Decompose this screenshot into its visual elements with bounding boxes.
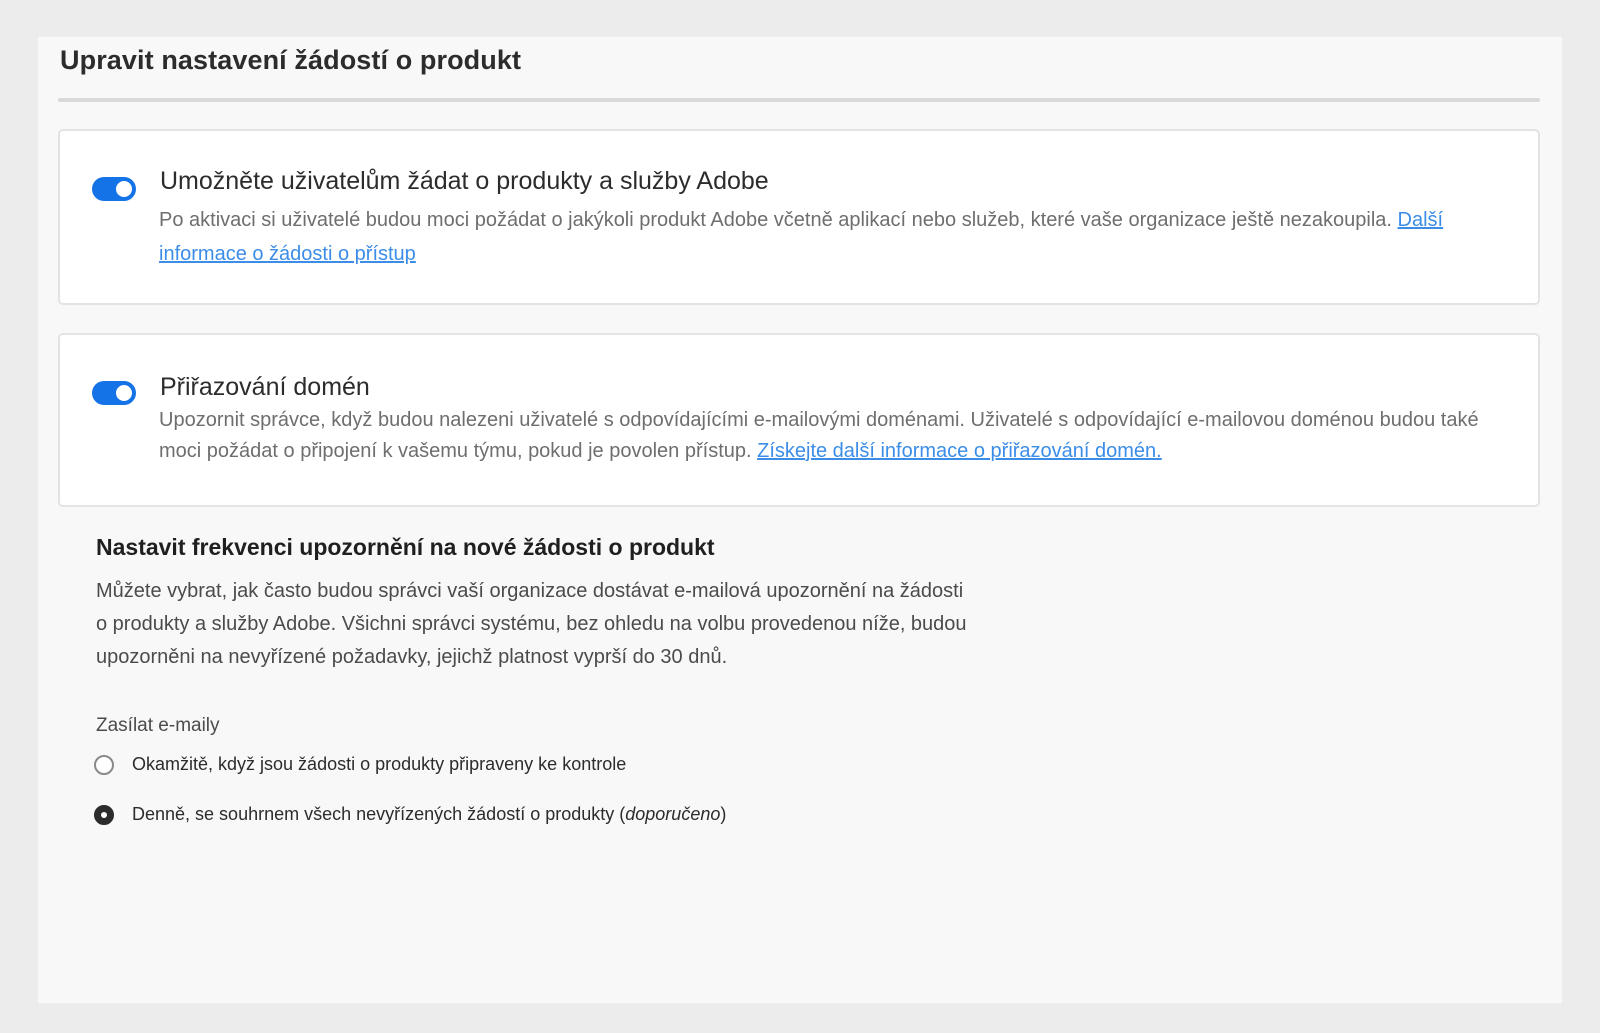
radio-option-label-text: Denně, se souhrnem všech nevyřízených žá… <box>132 804 626 824</box>
product-requests-description-text: Po aktivaci si uživatelé budou moci požá… <box>159 209 1398 231</box>
product-requests-toggle[interactable] <box>92 177 136 201</box>
domain-assignment-title: Přiřazování domén <box>160 373 370 401</box>
toggle-knob <box>116 385 132 401</box>
domain-assignment-description: Upozornit správce, když budou nalezeni u… <box>159 405 1509 467</box>
product-requests-title: Umožněte uživatelům žádat o produkty a s… <box>160 167 769 195</box>
domain-assignment-card: Přiřazování domén Upozornit správce, kdy… <box>58 333 1540 507</box>
radio-option-label: Okamžitě, když jsou žádosti o produkty p… <box>132 754 627 774</box>
radio-option-label: Denně, se souhrnem všech nevyřízených žá… <box>132 804 726 825</box>
radio-button-unchecked[interactable] <box>94 754 114 775</box>
title-divider <box>58 98 1540 102</box>
domain-assignment-toggle[interactable] <box>92 381 136 405</box>
notification-frequency-title: Nastavit frekvenci upozornění na nové žá… <box>96 534 715 560</box>
radio-option-label-suffix: ) <box>720 804 727 824</box>
page-title: Upravit nastavení žádostí o produkt <box>60 45 522 75</box>
radio-option-immediately[interactable]: Okamžitě, když jsou žádosti o produkty p… <box>94 754 626 775</box>
settings-panel: Upravit nastavení žádostí o produkt Umož… <box>38 37 1562 1003</box>
notification-frequency-description: Můžete vybrat, jak často budou správci v… <box>96 580 967 668</box>
product-requests-card: Umožněte uživatelům žádat o produkty a s… <box>58 129 1540 305</box>
domain-assignment-info-link[interactable]: Získejte další informace o přiřazování d… <box>757 440 1162 462</box>
product-requests-description: Po aktivaci si uživatelé budou moci požá… <box>159 203 1509 271</box>
send-emails-label: Zasílat e-maily <box>96 715 220 736</box>
toggle-knob <box>116 181 132 197</box>
recommended-label: doporučeno <box>625 804 721 824</box>
radio-button-checked[interactable] <box>94 804 114 825</box>
radio-option-daily[interactable]: Denně, se souhrnem všech nevyřízených žá… <box>94 804 726 825</box>
